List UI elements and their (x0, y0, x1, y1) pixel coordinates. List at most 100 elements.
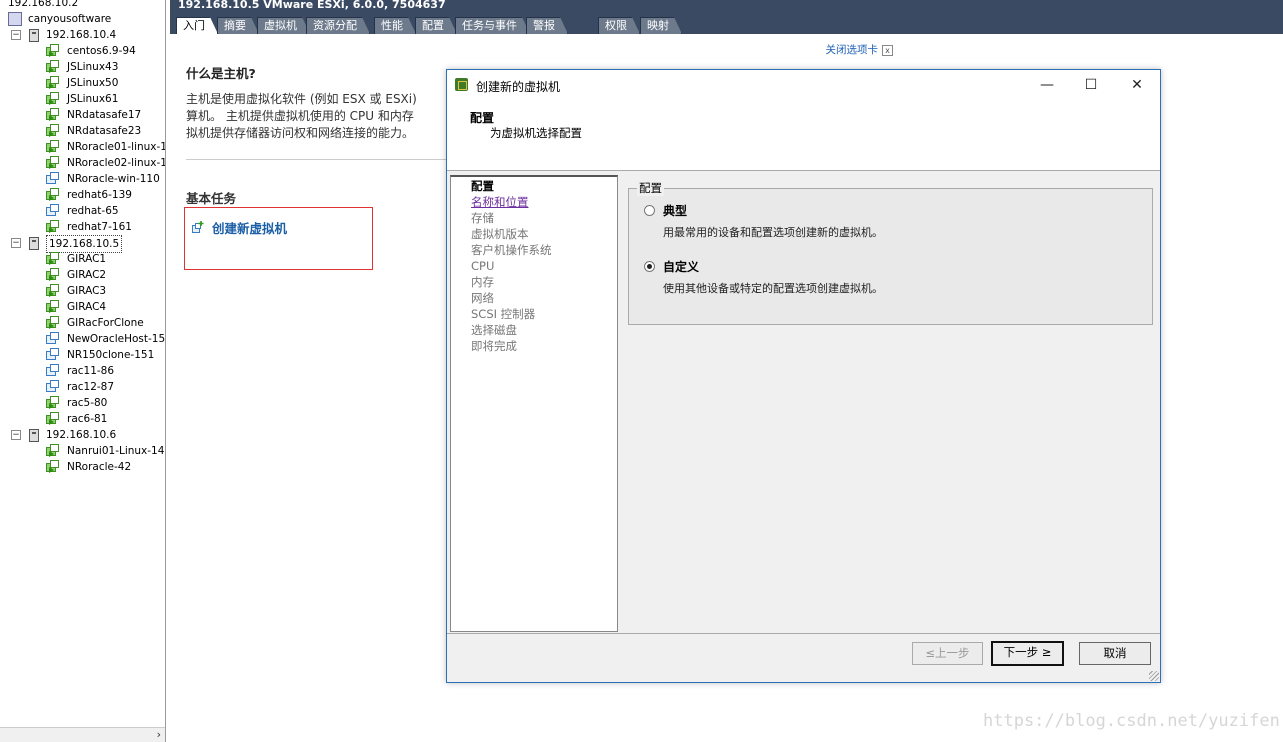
collapse-icon[interactable]: − (11, 238, 21, 248)
vsphere-icon (455, 78, 468, 91)
option-custom-label[interactable]: 自定义 (663, 258, 699, 275)
tree-item-label: GIRAC4 (67, 301, 107, 313)
tree-item-label: redhat6-139 (67, 189, 132, 201)
tree-item-label: rac12-87 (67, 381, 115, 393)
wizard-step[interactable]: 名称和位置 (471, 194, 529, 210)
vm-powered-on-icon (46, 252, 59, 265)
resize-grip[interactable] (1149, 671, 1159, 681)
vm-icon (46, 332, 59, 345)
wizard-step: 客户机操作系统 (471, 243, 552, 257)
option-typical-label[interactable]: 典型 (663, 202, 687, 219)
close-icon[interactable]: x (882, 45, 893, 56)
close-icon[interactable]: ✕ (1114, 70, 1160, 100)
host-icon (29, 429, 39, 442)
vm-powered-on-icon (46, 44, 59, 57)
divider (186, 159, 448, 160)
radio-custom[interactable] (644, 261, 655, 272)
tree-scrollbar[interactable]: › (0, 727, 165, 742)
divider (447, 633, 1160, 634)
vm-powered-on-icon (46, 444, 59, 457)
dialog-titlebar[interactable]: 创建新的虚拟机 — ☐ ✕ (447, 70, 1160, 100)
tab-9[interactable]: 映射 (640, 17, 682, 34)
tab-3[interactable]: 资源分配 (306, 17, 370, 34)
header-subtitle: 为虚拟机选择配置 (490, 126, 582, 140)
watermark: https://blog.csdn.net/yuzifen (983, 711, 1280, 731)
tree-item-label: GIRacForClone (67, 317, 144, 329)
group-legend: 配置 (637, 180, 664, 196)
wizard-steps: 配置 名称和位置 存储 虚拟机版本 客户机操作系统 CPU 内存 网络 SCSI 控制器 选择磁盘… (450, 175, 618, 632)
tree-item-datacenter[interactable]: canyousoftware (8, 11, 111, 27)
minimize-icon[interactable]: — (1024, 70, 1070, 100)
tree-item-label: NewOracleHost-152 (67, 333, 166, 345)
tree-item-label: canyousoftware (28, 13, 112, 25)
vm-powered-on-icon (46, 300, 59, 313)
inventory-tree[interactable]: 192.168.10.2 canyousoftware −192.168.10.4 c… (0, 0, 166, 742)
back-button[interactable]: ≤上一步 (912, 642, 983, 665)
tree-item-label: JSLinux50 (67, 77, 119, 89)
wizard-step: 即将完成 (471, 339, 517, 353)
vm-icon (46, 172, 59, 185)
tree-item-label: JSLinux61 (67, 93, 119, 105)
tab-7[interactable]: 警报 (526, 17, 568, 34)
datacenter-icon (8, 12, 22, 26)
description-line: 算机。 主机提供虚拟机使用的 CPU 和内存 (186, 109, 414, 123)
vm-powered-on-icon (46, 284, 59, 297)
chevron-right-icon[interactable]: › (157, 728, 161, 741)
tree-item-label: Nanrui01-Linux-148 (67, 445, 166, 457)
host-icon (29, 29, 39, 42)
vm-powered-on-icon (46, 124, 59, 137)
collapse-icon[interactable]: − (11, 430, 21, 440)
wizard-step: 内存 (471, 275, 494, 289)
tree-item-label: NRoracle-win-110 (67, 173, 160, 185)
vm-powered-on-icon (46, 108, 59, 121)
tab-6[interactable]: 任务与事件 (455, 17, 530, 34)
vm-icon (46, 204, 59, 217)
vm-powered-on-icon (46, 460, 59, 473)
vm-powered-on-icon (46, 188, 59, 201)
tree-item-label: JSLinux43 (67, 61, 119, 73)
radio-typical[interactable] (644, 205, 655, 216)
tab-8[interactable]: 权限 (598, 17, 640, 34)
tree-item-label: redhat-65 (67, 205, 119, 217)
tree-item-label: centos6.9-94 (67, 45, 136, 57)
vm-powered-on-icon (46, 412, 59, 425)
tree-item-label: rac11-86 (67, 365, 115, 377)
tab-5[interactable]: 配置 (415, 17, 457, 34)
wizard-step: 虚拟机版本 (471, 227, 529, 241)
tree-item-partial[interactable]: 192.168.10.2 (8, 0, 78, 11)
tab-bar: 入门 摘要 虚拟机 资源分配 性能 配置 任务与事件 警报 权限 映射 (170, 14, 1283, 34)
host-description: 主机是使用虚拟化软件 (例如 ESX 或 ESXi) 算机。 主机提供虚拟机使用… (186, 91, 448, 142)
vm-powered-on-icon (46, 60, 59, 73)
description-line: 主机是使用虚拟化软件 (例如 ESX 或 ESXi) (186, 92, 417, 106)
close-tab-link[interactable]: 关闭选项卡 x (825, 42, 893, 57)
vm-powered-on-icon (46, 316, 59, 329)
tab-4[interactable]: 性能 (374, 17, 416, 34)
tree-item-label: NRoracle01-linux-14 (67, 141, 166, 153)
create-vm-link[interactable]: 创建新虚拟机 (192, 218, 287, 237)
tab-2[interactable]: 虚拟机 (257, 17, 310, 34)
option-custom-desc: 使用其他设备或特定的配置选项创建虚拟机。 (663, 282, 883, 295)
wizard-step: 网络 (471, 291, 494, 305)
cancel-button[interactable]: 取消 (1079, 642, 1151, 665)
collapse-icon[interactable]: − (11, 30, 21, 40)
tree-item-label: rac6-81 (67, 413, 108, 425)
tab-1[interactable]: 摘要 (217, 17, 259, 34)
vm-powered-on-icon (46, 220, 59, 233)
next-button[interactable]: 下一步 ≥ (991, 641, 1064, 666)
wizard-step: CPU (471, 259, 495, 273)
section-title-what-is-host: 什么是主机? (186, 66, 256, 81)
maximize-icon[interactable]: ☐ (1068, 70, 1114, 100)
tree-item-label: NRdatasafe17 (67, 109, 142, 121)
close-tab-label: 关闭选项卡 (825, 44, 879, 56)
create-vm-label: 创建新虚拟机 (212, 221, 288, 236)
tree-item-label: GIRAC2 (67, 269, 107, 281)
description-line: 拟机提供存储器访问权和网络连接的能力。 (186, 126, 415, 140)
vm-icon (46, 348, 59, 361)
wizard-step: SCSI 控制器 (471, 307, 536, 321)
dialog-title: 创建新的虚拟机 (476, 80, 561, 94)
tree-item-label: 192.168.10.6 (46, 429, 117, 441)
tree-item-label: NR150clone-151 (67, 349, 155, 361)
vm-powered-on-icon (46, 76, 59, 89)
tree-item-label: 192.168.10.4 (46, 29, 117, 41)
tab-0[interactable]: 入门 (176, 17, 218, 34)
